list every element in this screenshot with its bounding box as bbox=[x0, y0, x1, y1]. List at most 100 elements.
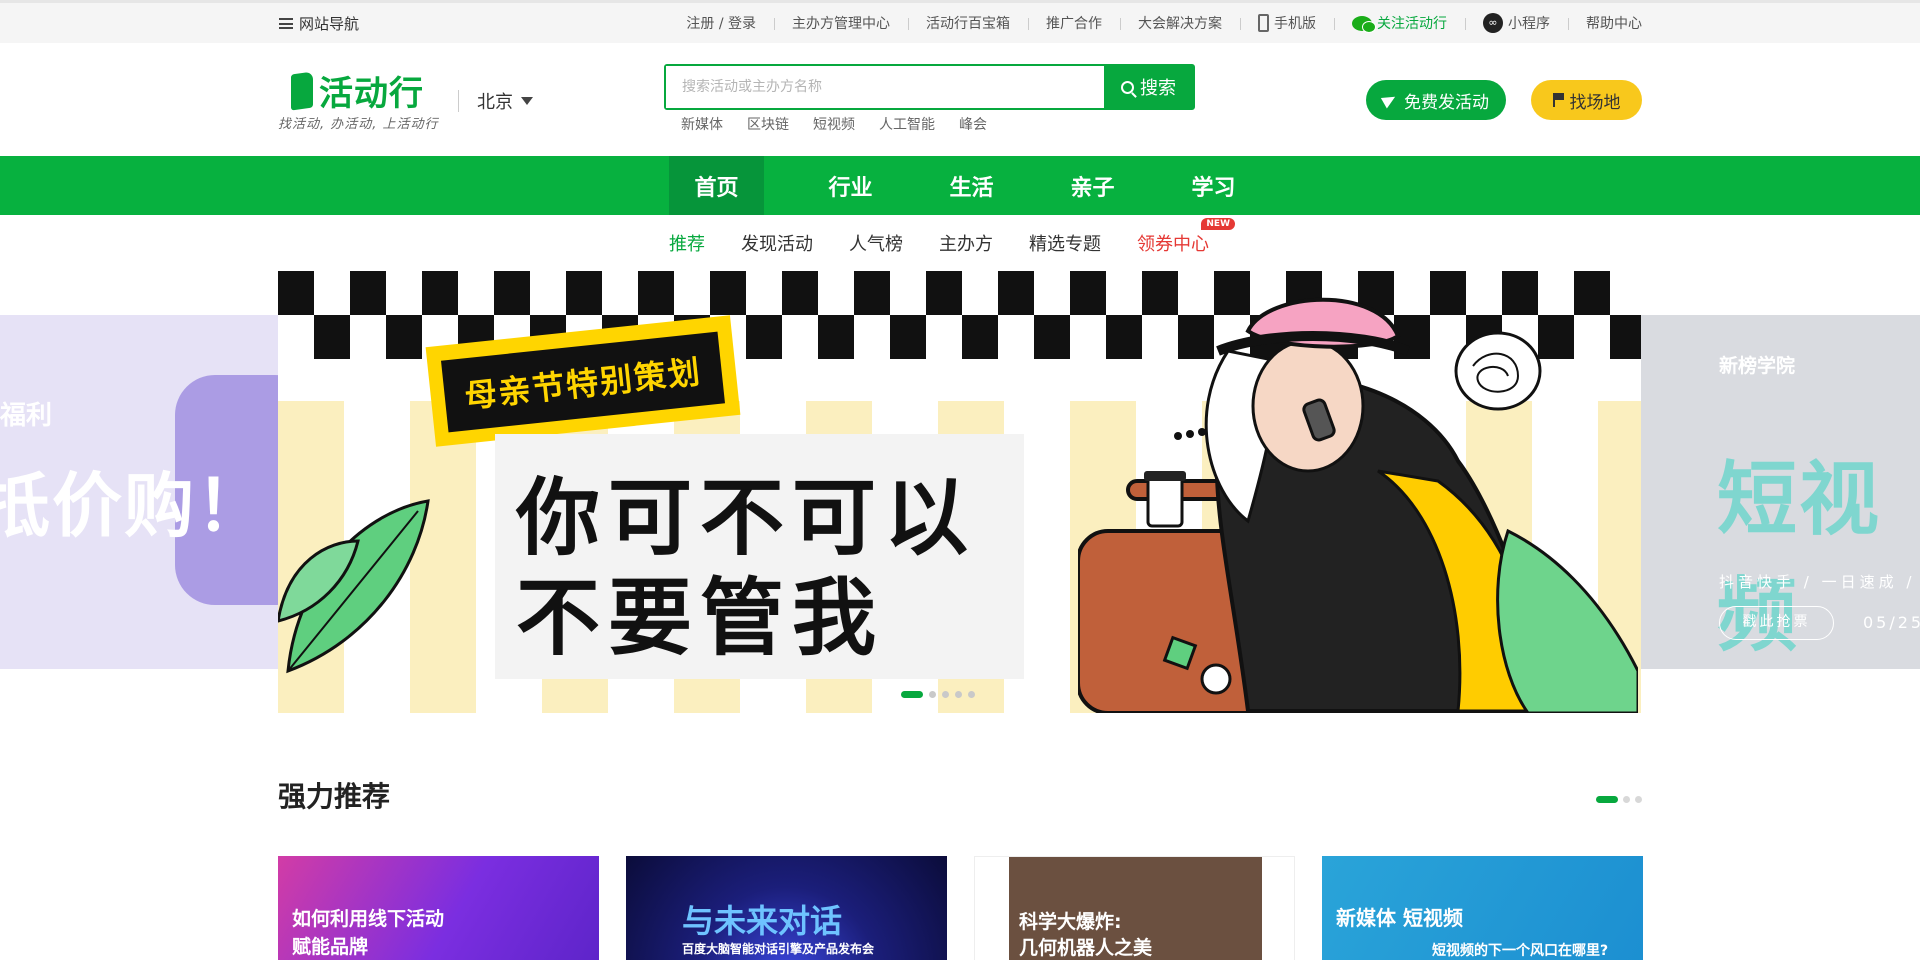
leaf-illustration bbox=[278, 499, 430, 674]
hot-word[interactable]: 区块链 bbox=[747, 114, 789, 134]
organizer-center-link[interactable]: 主办方管理中心 bbox=[774, 13, 908, 33]
prev-banner-line1: 福利 bbox=[0, 401, 53, 431]
login-register-label: 注册 / 登录 bbox=[686, 16, 756, 32]
site-nav-label: 网站导航 bbox=[299, 15, 360, 33]
sub-nav: 推荐 发现活动 人气榜 主办方 精选专题 领券中心 NEW bbox=[669, 218, 1235, 256]
site-logo[interactable]: 活动行 bbox=[291, 66, 424, 115]
caret-down-icon bbox=[521, 97, 533, 105]
banner-headline-2: 不要管我 bbox=[516, 569, 885, 667]
card-caption: 赋能品牌 bbox=[292, 936, 369, 958]
conference-solution-link[interactable]: 大会解决方案 bbox=[1120, 13, 1240, 33]
divider bbox=[458, 90, 459, 112]
subnav-discover[interactable]: 发现活动 bbox=[741, 230, 813, 256]
subnav-popular[interactable]: 人气榜 bbox=[849, 230, 903, 256]
card-caption: 科学大爆炸: bbox=[1019, 911, 1122, 933]
promotion-label: 推广合作 bbox=[1046, 16, 1102, 32]
search-icon bbox=[1121, 80, 1134, 94]
wechat-icon bbox=[1352, 15, 1376, 33]
top-links: 注册 / 登录 主办方管理中心 活动行百宝箱 推广合作 大会解决方案 手机版 关… bbox=[668, 13, 1642, 33]
subnav-organizers[interactable]: 主办方 bbox=[939, 230, 993, 256]
search-button-label: 搜索 bbox=[1140, 78, 1176, 99]
subnav-recommend[interactable]: 推荐 bbox=[669, 230, 705, 256]
help-center-link[interactable]: 帮助中心 bbox=[1568, 13, 1642, 33]
card-caption: 与未来对话 bbox=[682, 902, 843, 940]
promotion-link[interactable]: 推广合作 bbox=[1028, 13, 1120, 33]
main-nav: 首页 行业 生活 亲子 学习 bbox=[0, 156, 1920, 215]
slogan: 找活动, 办活动, 上活动行 bbox=[278, 117, 439, 132]
section-page-dot[interactable] bbox=[1596, 796, 1618, 803]
site-nav-toggle[interactable]: 网站导航 bbox=[279, 13, 359, 34]
event-card[interactable]: 新媒体 短视频 短视频的下一个风口在哪里? bbox=[1322, 856, 1643, 960]
organizer-center-label: 主办方管理中心 bbox=[792, 16, 890, 32]
banner-dot[interactable] bbox=[955, 691, 962, 698]
hot-word[interactable]: 峰会 bbox=[959, 114, 987, 134]
login-register-link[interactable]: 注册 / 登录 bbox=[668, 13, 774, 33]
mini-program-label: 小程序 bbox=[1508, 16, 1550, 32]
banner-dot[interactable] bbox=[942, 691, 949, 698]
search-button[interactable]: 搜索 bbox=[1104, 66, 1193, 108]
prev-banner-preview[interactable]: 福利 抵价购！ bbox=[0, 315, 278, 669]
toolbox-link[interactable]: 活动行百宝箱 bbox=[908, 13, 1028, 33]
next-banner-preview[interactable]: 新榜学院 短视频 抖音快手 / 一日速成 / 小 戳此抢票 05/25 bbox=[1641, 315, 1920, 669]
conference-solution-label: 大会解决方案 bbox=[1138, 16, 1222, 32]
logo-text: 活动行 bbox=[319, 74, 424, 114]
nav-home[interactable]: 首页 bbox=[669, 156, 764, 215]
publish-event-button[interactable]: 免费发活动 bbox=[1366, 80, 1506, 120]
card-caption: 百度大脑智能对话引擎及产品发布会 bbox=[682, 942, 875, 956]
subnav-topics[interactable]: 精选专题 bbox=[1029, 230, 1101, 256]
section-title: 强力推荐 bbox=[278, 780, 391, 813]
subnav-coupon-center[interactable]: 领券中心 NEW bbox=[1137, 218, 1235, 256]
section-page-dot[interactable] bbox=[1623, 796, 1630, 803]
top-utility-bar: 网站导航 注册 / 登录 主办方管理中心 活动行百宝箱 推广合作 大会解决方案 … bbox=[0, 0, 1920, 43]
follow-wechat-link[interactable]: 关注活动行 bbox=[1334, 13, 1465, 33]
mobile-version-label: 手机版 bbox=[1274, 16, 1316, 32]
event-card[interactable]: 如何利用线下活动 赋能品牌 bbox=[278, 856, 599, 960]
card-caption: 新媒体 短视频 bbox=[1336, 906, 1463, 930]
flag-icon bbox=[1552, 93, 1564, 107]
next-banner-subtitle: 抖音快手 / 一日速成 / 小 bbox=[1719, 573, 1920, 591]
section-page-dot[interactable] bbox=[1635, 796, 1642, 803]
next-banner-date: 05/25 bbox=[1863, 613, 1920, 632]
follow-wechat-label: 关注活动行 bbox=[1377, 16, 1447, 32]
banner-pagination bbox=[901, 691, 975, 698]
hot-word[interactable]: 短视频 bbox=[813, 114, 855, 134]
next-banner-brand: 新榜学院 bbox=[1719, 355, 1796, 377]
menu-icon bbox=[279, 18, 293, 29]
prev-banner-line2: 抵价购！ bbox=[0, 465, 268, 547]
hot-word[interactable]: 人工智能 bbox=[879, 114, 935, 134]
nav-industry[interactable]: 行业 bbox=[790, 156, 911, 215]
phone-icon bbox=[1258, 14, 1269, 32]
city-selector[interactable]: 北京 bbox=[458, 88, 533, 114]
banner-dot[interactable] bbox=[929, 691, 936, 698]
city-label: 北京 bbox=[477, 92, 513, 113]
section-pagination bbox=[1596, 796, 1642, 803]
card-caption: 如何利用线下活动 bbox=[292, 908, 445, 930]
paper-plane-icon bbox=[1380, 91, 1399, 109]
event-card[interactable]: 科学大爆炸: 几何机器人之美 bbox=[974, 856, 1295, 960]
card-caption: 短视频的下一个风口在哪里? bbox=[1432, 943, 1609, 959]
hot-search-words: 新媒体 区块链 短视频 人工智能 峰会 bbox=[681, 114, 987, 134]
nav-parenting[interactable]: 亲子 bbox=[1032, 156, 1153, 215]
mobile-version-link[interactable]: 手机版 bbox=[1240, 13, 1334, 33]
page: 网站导航 注册 / 登录 主办方管理中心 活动行百宝箱 推广合作 大会解决方案 … bbox=[0, 0, 1920, 960]
coupon-center-label: 领券中心 bbox=[1137, 234, 1209, 255]
hot-word[interactable]: 新媒体 bbox=[681, 114, 723, 134]
hero-banner[interactable]: 母亲节特别策划 你可不可以 不要管我 bbox=[278, 271, 1641, 713]
banner-dot[interactable] bbox=[901, 691, 923, 698]
girl-illustration bbox=[1078, 297, 1638, 713]
nav-learning[interactable]: 学习 bbox=[1153, 156, 1274, 215]
banner-dot[interactable] bbox=[968, 691, 975, 698]
find-venue-label: 找场地 bbox=[1569, 92, 1621, 113]
toolbox-label: 活动行百宝箱 bbox=[926, 16, 1010, 32]
mini-program-link[interactable]: ∞ 小程序 bbox=[1465, 13, 1568, 33]
event-card[interactable]: 与未来对话 百度大脑智能对话引擎及产品发布会 bbox=[626, 856, 947, 960]
nav-life[interactable]: 生活 bbox=[911, 156, 1032, 215]
next-banner-ticket-button[interactable]: 戳此抢票 bbox=[1719, 606, 1834, 640]
card-caption: 几何机器人之美 bbox=[1019, 937, 1153, 959]
publish-event-label: 免费发活动 bbox=[1404, 92, 1489, 113]
help-center-label: 帮助中心 bbox=[1586, 16, 1642, 32]
mini-program-icon: ∞ bbox=[1483, 13, 1503, 33]
find-venue-button[interactable]: 找场地 bbox=[1531, 80, 1642, 120]
search-input[interactable] bbox=[666, 66, 1104, 108]
search-box: 搜索 bbox=[664, 64, 1195, 110]
